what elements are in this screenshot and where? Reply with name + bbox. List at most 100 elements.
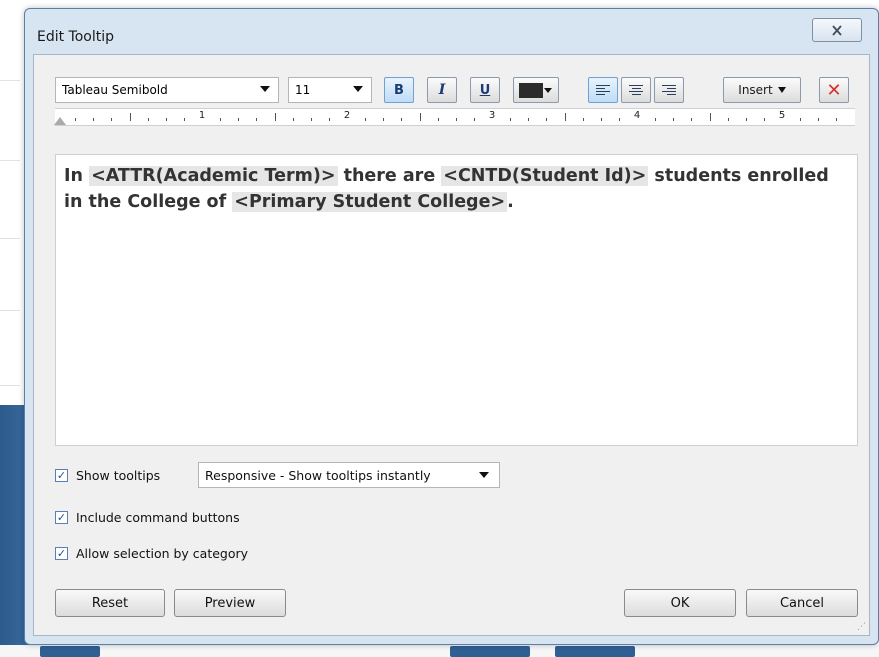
- editor-text: there are: [337, 166, 442, 186]
- ruler-tick: [818, 118, 820, 121]
- allow-selection-checkbox[interactable]: ✓: [55, 547, 68, 560]
- background-line: [0, 80, 20, 81]
- ruler-tick: [129, 113, 131, 121]
- background-strip: [0, 645, 879, 657]
- field-token: <Primary Student College>: [232, 192, 508, 212]
- background-tab: [450, 646, 530, 657]
- clear-formatting-button[interactable]: ✕: [819, 77, 849, 103]
- reset-label: Reset: [91, 595, 129, 611]
- ruler-tick: [365, 118, 367, 121]
- insert-label: Insert: [738, 83, 773, 97]
- ruler-tick: [147, 118, 149, 121]
- ruler-label: 5: [778, 110, 786, 121]
- tooltip-text-editor[interactable]: In <ATTR(Academic Term)> there are <CNTD…: [55, 154, 858, 446]
- align-center-button[interactable]: [621, 77, 651, 103]
- ruler-tick: [600, 118, 602, 121]
- preview-label: Preview: [204, 595, 256, 611]
- ruler-tick: [727, 118, 729, 121]
- field-token: <CNTD(Student Id)>: [441, 166, 649, 186]
- ruler-tick: [328, 118, 330, 121]
- ruler-tick: [673, 118, 675, 121]
- ruler-tick: [75, 118, 77, 121]
- bold-button[interactable]: B: [384, 77, 414, 103]
- background-line: [0, 238, 20, 239]
- ruler-tick: [256, 118, 258, 121]
- ruler-tick: [310, 118, 312, 121]
- ruler-tick: [473, 118, 475, 121]
- clear-icon: ✕: [826, 79, 842, 101]
- preview-button[interactable]: Preview: [174, 589, 286, 617]
- show-tooltips-option[interactable]: ✓ Show tooltips: [55, 468, 160, 483]
- ruler-tick: [292, 118, 294, 121]
- ruler-tick: [183, 118, 185, 121]
- indent-marker-icon[interactable]: [54, 117, 66, 125]
- font-size-select[interactable]: 11: [288, 77, 372, 103]
- resize-grip-icon[interactable]: ⋰: [857, 622, 866, 632]
- italic-button[interactable]: I: [427, 77, 457, 103]
- include-command-buttons-checkbox[interactable]: ✓: [55, 511, 68, 524]
- background-tab: [555, 646, 635, 657]
- show-tooltips-label: Show tooltips: [76, 468, 161, 483]
- ruler[interactable]: 1 2 3 4 5: [55, 108, 855, 126]
- ruler-tick: [800, 118, 802, 121]
- format-toolbar: Tableau Semibold 11 B I U Insert ✕: [55, 77, 869, 105]
- align-center-icon: [629, 85, 643, 95]
- ruler-label: 1: [198, 110, 206, 121]
- font-family-value: Tableau Semibold: [62, 83, 168, 97]
- ruler-tick: [437, 118, 439, 121]
- close-button[interactable]: [812, 18, 862, 42]
- cancel-button[interactable]: Cancel: [746, 589, 858, 617]
- ruler-tick: [383, 118, 385, 121]
- insert-button[interactable]: Insert: [723, 77, 801, 103]
- include-command-buttons-option[interactable]: ✓ Include command buttons: [55, 510, 240, 525]
- editor-text: In: [64, 166, 90, 186]
- allow-selection-option[interactable]: ✓ Allow selection by category: [55, 546, 248, 561]
- underline-button[interactable]: U: [470, 77, 500, 103]
- ruler-tick: [419, 113, 421, 121]
- color-swatch: [519, 83, 543, 98]
- cancel-label: Cancel: [779, 595, 825, 611]
- close-icon: [832, 24, 842, 36]
- tooltip-mode-select[interactable]: Responsive - Show tooltips instantly: [198, 462, 500, 488]
- underline-icon: U: [479, 82, 491, 98]
- ruler-tick: [220, 118, 222, 121]
- ruler-tick: [709, 113, 711, 121]
- background-line: [0, 310, 20, 311]
- ruler-tick: [401, 118, 403, 121]
- title-bar[interactable]: Edit Tooltip: [25, 9, 878, 54]
- chevron-down-icon: [353, 86, 363, 92]
- ruler-tick: [691, 118, 693, 121]
- chevron-down-icon: [479, 472, 489, 478]
- reset-button[interactable]: Reset: [55, 589, 165, 617]
- show-tooltips-checkbox[interactable]: ✓: [55, 469, 68, 482]
- field-token: <ATTR(Academic Term)>: [89, 166, 338, 186]
- ruler-tick: [510, 118, 512, 121]
- ruler-label: 2: [343, 110, 351, 121]
- align-right-button[interactable]: [654, 77, 684, 103]
- dialog-title: Edit Tooltip: [37, 29, 115, 45]
- font-family-select[interactable]: Tableau Semibold: [55, 77, 279, 103]
- align-right-icon: [662, 85, 676, 95]
- ok-label: OK: [670, 595, 690, 611]
- ruler-tick: [582, 118, 584, 121]
- ruler-label: 4: [633, 110, 641, 121]
- ok-button[interactable]: OK: [624, 589, 736, 617]
- edit-tooltip-dialog: Edit Tooltip Tableau Semibold 11 B I U I…: [24, 8, 879, 645]
- ruler-label: 3: [488, 110, 496, 121]
- ruler-tick: [274, 113, 276, 121]
- allow-selection-label: Allow selection by category: [76, 546, 249, 561]
- include-command-buttons-label: Include command buttons: [76, 510, 240, 525]
- italic-icon: I: [438, 82, 446, 98]
- ruler-tick: [455, 118, 457, 121]
- background-line: [0, 160, 20, 161]
- ruler-tick: [655, 118, 657, 121]
- chevron-down-icon: [777, 87, 786, 93]
- tooltip-mode-value: Responsive - Show tooltips instantly: [205, 467, 431, 483]
- font-size-value: 11: [295, 83, 311, 97]
- chevron-down-icon: [260, 86, 270, 92]
- align-left-button[interactable]: [588, 77, 618, 103]
- chevron-down-icon: [544, 88, 552, 93]
- ruler-tick: [165, 118, 167, 121]
- ruler-tick: [618, 118, 620, 121]
- text-color-button[interactable]: [513, 77, 559, 103]
